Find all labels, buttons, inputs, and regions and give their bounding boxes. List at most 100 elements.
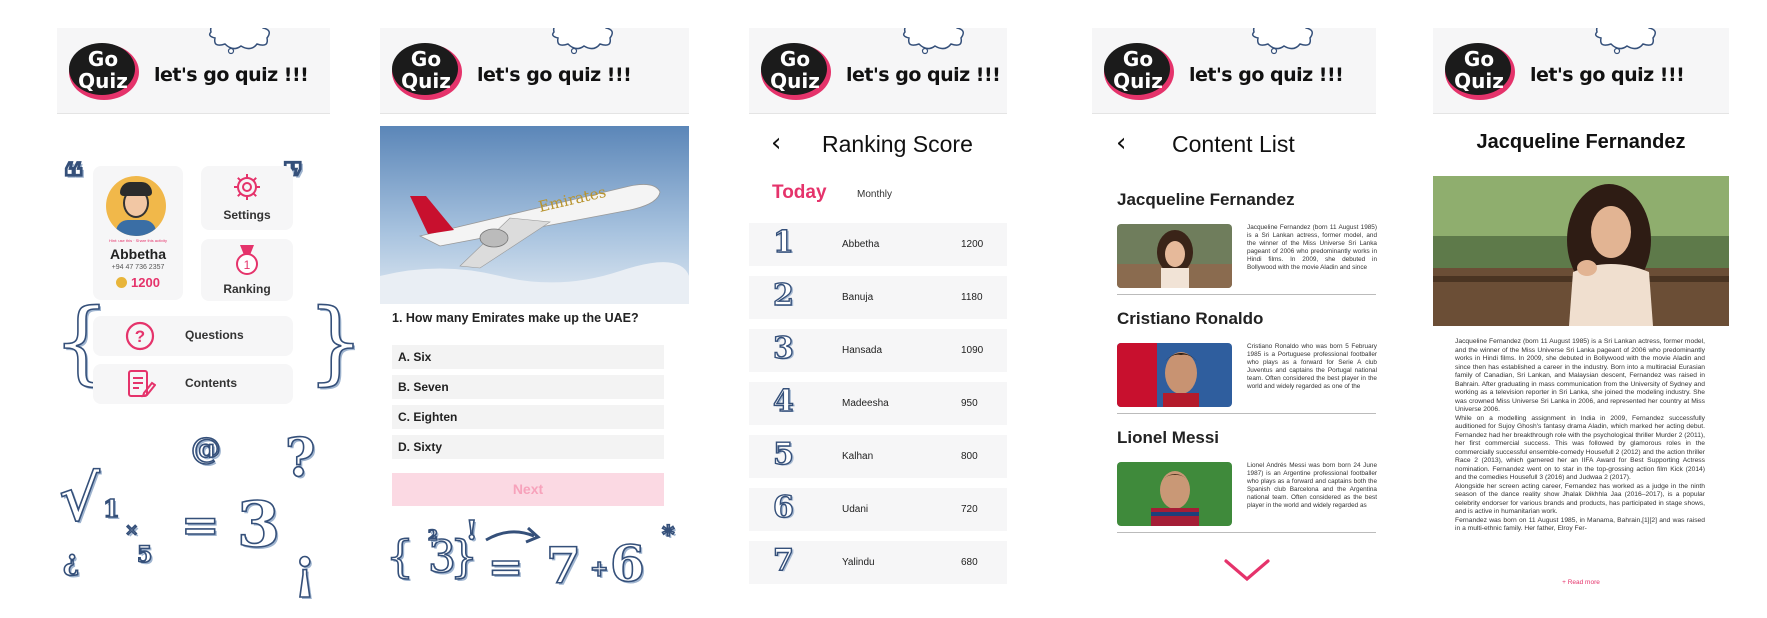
- airplane-image: Emirates: [380, 126, 689, 304]
- player-name: Abbetha: [842, 239, 880, 250]
- ranking-button[interactable]: 1 Ranking: [201, 239, 293, 301]
- player-score: 720: [961, 504, 978, 515]
- svg-text:?: ?: [135, 327, 145, 346]
- svg-text:Go: Go: [411, 47, 441, 71]
- content-title: Lionel Messi: [1117, 428, 1220, 447]
- expr-decoration: { 3: [385, 531, 457, 584]
- question-text: 1. How many Emirates make up the UAE?: [392, 311, 639, 325]
- tagline: let's go quiz !!!: [477, 64, 632, 86]
- detail-body: Jacqueline Fernandez (born 11 August 198…: [1455, 338, 1705, 532]
- thought-bubble-icon: [1251, 28, 1313, 55]
- content-summary: Cristiano Ronaldo who was born 5 Februar…: [1247, 343, 1377, 391]
- option-a[interactable]: A. Six: [392, 345, 664, 369]
- svg-text:Quiz: Quiz: [401, 69, 451, 93]
- rank-number: 2: [772, 277, 794, 313]
- seven-decoration: 7: [545, 535, 581, 596]
- thought-bubble-icon: [551, 28, 613, 55]
- profile-name: Abbetha: [110, 246, 166, 262]
- svg-text:1: 1: [244, 258, 251, 272]
- tab-monthly[interactable]: Monthly: [857, 189, 892, 200]
- go-quiz-logo: Go Quiz: [1445, 43, 1515, 100]
- content-detail-screen: Go Quiz let's go quiz !!! Jacqueline Fer…: [1433, 28, 1729, 598]
- player-score: 1090: [961, 345, 984, 356]
- content-thumbnail: [1117, 224, 1232, 288]
- bang-decoration: !: [465, 515, 478, 547]
- home-screen: Go Quiz let's go quiz !!! ❝ ❞ { } Hint: …: [52, 28, 365, 601]
- quote-open-icon: ❝: [62, 153, 84, 200]
- inverted-question-decoration: ¿: [62, 543, 80, 578]
- tab-today[interactable]: Today: [772, 182, 827, 204]
- ranking-row[interactable]: 3 Hansada 1090: [749, 329, 1007, 372]
- rank-number: 7: [772, 542, 794, 578]
- coin-icon: [116, 277, 128, 288]
- divider: [1117, 532, 1376, 533]
- question-circle-icon: ?: [125, 321, 155, 351]
- contents-button[interactable]: Contents: [93, 364, 293, 404]
- chevron-down-icon[interactable]: [1223, 557, 1271, 583]
- tagline: let's go quiz !!!: [846, 64, 1001, 86]
- thought-bubble-icon: [902, 28, 964, 55]
- svg-text:Quiz: Quiz: [1454, 69, 1504, 93]
- equals-decoration: =: [180, 497, 220, 553]
- option-b[interactable]: B. Seven: [392, 375, 664, 399]
- profile-hint: Hint: use this · Share this activity: [108, 238, 168, 243]
- questions-button[interactable]: ? Questions: [93, 316, 293, 356]
- rank-number: 3: [772, 330, 794, 366]
- contents-label: Contents: [185, 376, 237, 390]
- profile-card[interactable]: Hint: use this · Share this activity Abb…: [93, 166, 183, 300]
- avatar: [106, 176, 166, 236]
- document-edit-icon: [128, 370, 156, 398]
- inverted-exclaim-decoration: ¡: [292, 535, 317, 601]
- player-name: Yalindu: [842, 557, 875, 568]
- divider: [1117, 294, 1376, 295]
- ranking-row[interactable]: 2 Banuja 1180: [749, 276, 1007, 319]
- thought-bubble-icon: [1594, 28, 1656, 55]
- read-more-link[interactable]: + Read more: [1433, 579, 1729, 586]
- radical-decoration: √: [58, 461, 100, 536]
- ranking-row[interactable]: 6 Udani 720: [749, 488, 1007, 531]
- svg-text:Go: Go: [780, 47, 810, 71]
- content-title: Cristiano Ronaldo: [1117, 309, 1264, 328]
- three-decoration: 3: [236, 487, 281, 562]
- ranking-row[interactable]: 1 Abbetha 1200: [749, 223, 1007, 266]
- detail-photo: [1433, 176, 1729, 326]
- svg-text:Quiz: Quiz: [770, 69, 820, 93]
- ranking-row[interactable]: 4 Madeesha 950: [749, 382, 1007, 425]
- one-decoration: 1: [102, 493, 120, 524]
- content-item[interactable]: Cristiano Ronaldo Cristiano Ronaldo who …: [1117, 309, 1377, 429]
- content-title: Jacqueline Fernandez: [1117, 190, 1295, 209]
- back-button[interactable]: ‹: [1116, 128, 1126, 158]
- player-name: Hansada: [842, 345, 883, 356]
- content-item[interactable]: Lionel Messi Lionel Andrés Messi was bor…: [1117, 428, 1377, 548]
- player-score: 800: [961, 451, 978, 462]
- player-name: Udani: [842, 504, 869, 515]
- next-button[interactable]: Next: [392, 473, 664, 506]
- svg-text:Quiz: Quiz: [78, 69, 128, 93]
- profile-phone: +94 47 736 2357: [111, 264, 165, 271]
- plus-decoration: +: [589, 555, 609, 583]
- app-header: Go Quiz let's go quiz !!!: [1092, 28, 1376, 114]
- player-score: 680: [961, 557, 978, 568]
- option-c[interactable]: C. Eighten: [392, 405, 664, 429]
- player-name: Madeesha: [842, 398, 889, 409]
- rank-number: 5: [772, 436, 794, 472]
- brace-close-icon: }: [306, 289, 365, 396]
- star-decoration: *: [661, 519, 675, 550]
- ranking-screen: Go Quiz let's go quiz !!! ‹ Ranking Scor…: [749, 28, 1007, 598]
- option-d[interactable]: D. Sixty: [392, 435, 664, 459]
- ranking-row[interactable]: 5 Kalhan 800: [749, 435, 1007, 478]
- page-title: Jacqueline Fernandez: [1476, 131, 1686, 153]
- back-button[interactable]: ‹: [771, 128, 781, 158]
- go-quiz-logo: Go Quiz: [1104, 43, 1174, 100]
- player-score: 950: [961, 398, 978, 409]
- content-item[interactable]: Jacqueline Fernandez Jacqueline Fernande…: [1117, 190, 1377, 310]
- go-quiz-logo: Go Quiz: [392, 43, 462, 100]
- ranking-row[interactable]: 7 Yalindu 680: [749, 541, 1007, 584]
- divider: [1117, 413, 1376, 414]
- settings-button[interactable]: Settings: [201, 166, 293, 230]
- tagline: let's go quiz !!!: [1189, 64, 1344, 86]
- five-decoration: 5: [136, 541, 153, 569]
- content-thumbnail: [1117, 343, 1232, 407]
- gear-icon: [234, 174, 260, 200]
- page-title: Content List: [1172, 131, 1295, 157]
